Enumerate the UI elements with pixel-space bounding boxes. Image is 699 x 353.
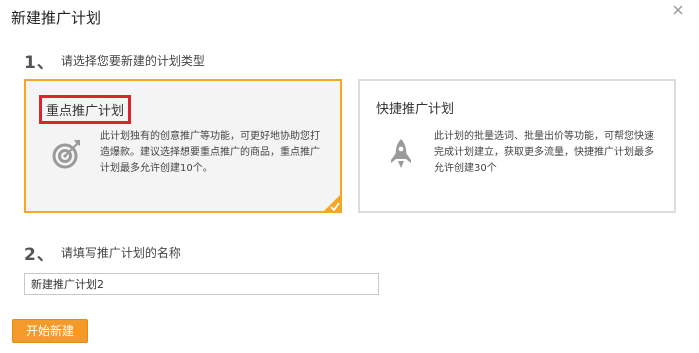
target-icon <box>52 137 82 171</box>
plan-card-quick[interactable]: 快捷推广计划 此计划的批量选词、批量出价等功能，可帮您快速完成计划建立，获取更多… <box>358 79 676 213</box>
close-icon[interactable] <box>671 3 685 17</box>
dialog-title: 新建推广计划 <box>11 9 102 27</box>
step2-label: 请填写推广计划的名称 <box>60 246 181 260</box>
plan-card-description: 此计划独有的创意推广等功能，可更好地协助您打造爆款。建议选择想要重点推广的商品，… <box>100 131 320 174</box>
start-create-button[interactable]: 开始新建 <box>12 319 88 343</box>
step2-heading: 2、 请填写推广计划的名称 <box>24 240 181 265</box>
plan-card-title: 重点推广计划 <box>39 95 132 124</box>
rocket-icon <box>386 137 416 171</box>
plan-card-focus[interactable]: 重点推广计划 此计划独有的创意推广等功能，可更好地协助您打造爆款。建议选择想要重… <box>24 79 342 213</box>
plan-card-description: 此计划的批量选词、批量出价等功能，可帮您快速完成计划建立，获取更多流量，快捷推广… <box>434 131 654 174</box>
step1-label: 请选择您要新建的计划类型 <box>60 54 205 68</box>
plan-name-input[interactable] <box>24 273 379 295</box>
step2-number: 2、 <box>24 245 55 265</box>
step1-heading: 1、 请选择您要新建的计划类型 <box>24 48 205 73</box>
new-plan-dialog: 新建推广计划 1、 请选择您要新建的计划类型 重点推广计划 此计划独有的创意推广… <box>0 0 699 353</box>
step1-number: 1、 <box>24 53 55 73</box>
checkmark-icon <box>322 193 342 213</box>
plan-card-title: 快捷推广计划 <box>376 102 455 117</box>
